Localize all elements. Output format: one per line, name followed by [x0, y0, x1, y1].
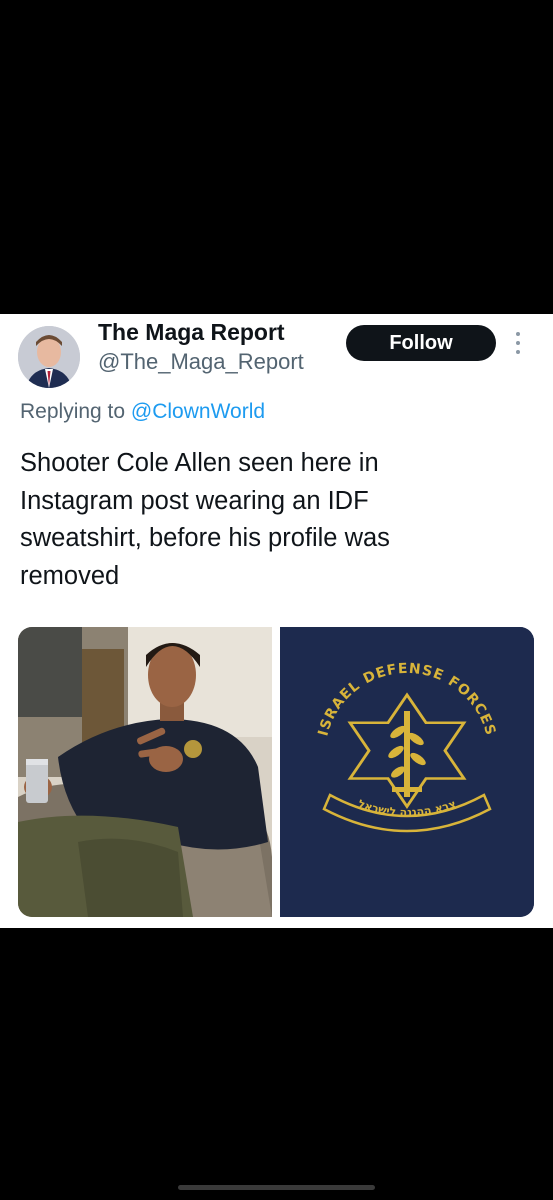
tweet-text-line: sweatshirt, before his profile was	[20, 524, 390, 552]
replying-to: Replying to @ClownWorld	[20, 400, 265, 424]
tweet-card: The Maga Report @The_Maga_Report Follow …	[0, 314, 553, 928]
photo-man-seated[interactable]	[18, 627, 272, 917]
bottom-black-area	[0, 928, 553, 1200]
home-indicator[interactable]	[178, 1185, 375, 1190]
tweet-text-line: removed	[20, 561, 120, 590]
media-grid: ISRAEL DEFENSE FORCES צבא ההגנה לישראל	[18, 627, 534, 917]
reply-handle-link[interactable]: @ClownWorld	[131, 400, 265, 423]
tweet-text-line: Shooter Cole Allen seen here in	[20, 449, 379, 477]
more-vertical-icon[interactable]	[512, 328, 524, 358]
display-name[interactable]: The Maga Report	[98, 319, 285, 346]
photo-idf-emblem[interactable]: ISRAEL DEFENSE FORCES צבא ההגנה לישראל	[280, 627, 534, 917]
replying-prefix: Replying to	[20, 400, 126, 423]
follow-button[interactable]: Follow	[346, 325, 496, 361]
avatar[interactable]	[18, 326, 80, 388]
top-black-area	[0, 0, 553, 314]
avatar-image	[18, 326, 80, 388]
user-handle[interactable]: @The_Maga_Report	[98, 349, 304, 375]
tweet-text: Shooter Cole Allen seen here in Instagra…	[20, 445, 520, 595]
tweet-text-line: Instagram post wearing an IDF	[20, 486, 369, 515]
